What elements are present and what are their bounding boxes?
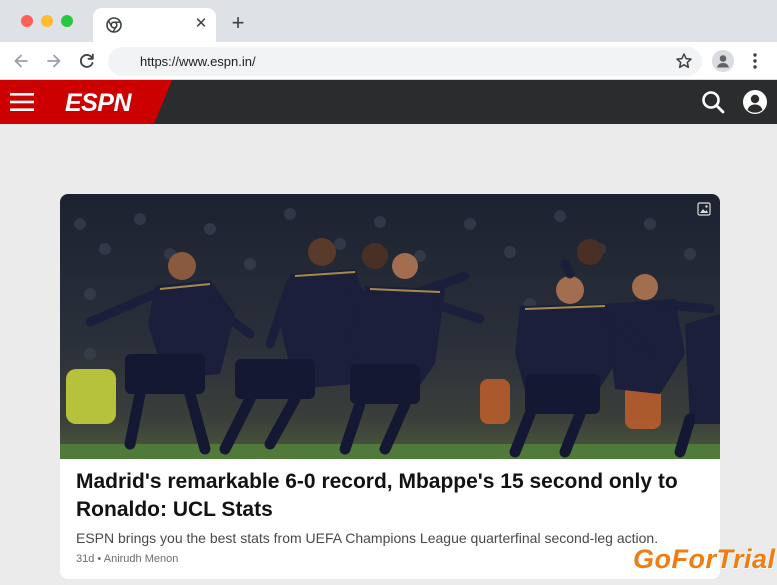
hero-image[interactable] xyxy=(60,194,720,459)
article-headline[interactable]: Madrid's remarkable 6-0 record, Mbappe's… xyxy=(76,468,706,524)
account-icon[interactable] xyxy=(742,89,768,115)
watermark-text: GoForTrial xyxy=(633,544,776,574)
window-maximize-button[interactable] xyxy=(61,15,73,27)
search-icon[interactable] xyxy=(700,89,726,115)
article-meta: 31d • Anirudh Menon xyxy=(76,553,178,565)
hamburger-menu-icon[interactable] xyxy=(10,93,34,111)
window-minimize-button[interactable] xyxy=(41,15,53,27)
image-icon xyxy=(697,202,711,216)
tab-close-button[interactable]: ✕ xyxy=(193,15,209,33)
chrome-favicon-icon xyxy=(106,17,122,33)
espn-header: ESPN xyxy=(0,80,777,124)
address-bar-url: https://www.espn.in/ xyxy=(140,54,256,69)
browser-toolbar: https://www.espn.in/ xyxy=(0,42,777,80)
browser-tab-strip: ✕ + xyxy=(0,0,777,42)
meta-separator: • xyxy=(97,553,102,565)
article-summary: ESPN brings you the best stats from UEFA… xyxy=(76,530,659,546)
article-card[interactable]: Madrid's remarkable 6-0 record, Mbappe's… xyxy=(60,194,720,579)
forward-arrow-icon[interactable] xyxy=(44,51,64,71)
article-age: 31d xyxy=(76,553,95,565)
address-bar[interactable]: https://www.espn.in/ xyxy=(108,47,702,76)
espn-logo-text: ESPN xyxy=(65,90,133,114)
new-tab-button[interactable]: + xyxy=(228,12,248,34)
browser-tab[interactable]: ✕ xyxy=(93,8,216,42)
window-close-button[interactable] xyxy=(21,15,33,27)
profile-icon[interactable] xyxy=(712,50,734,72)
kebab-menu-icon[interactable] xyxy=(746,51,764,71)
back-arrow-icon[interactable] xyxy=(11,51,31,71)
bookmark-star-icon[interactable] xyxy=(675,52,693,70)
article-author[interactable]: Anirudh Menon xyxy=(104,553,179,565)
espn-logo[interactable]: ESPN xyxy=(56,90,140,114)
reload-icon[interactable] xyxy=(77,51,97,71)
